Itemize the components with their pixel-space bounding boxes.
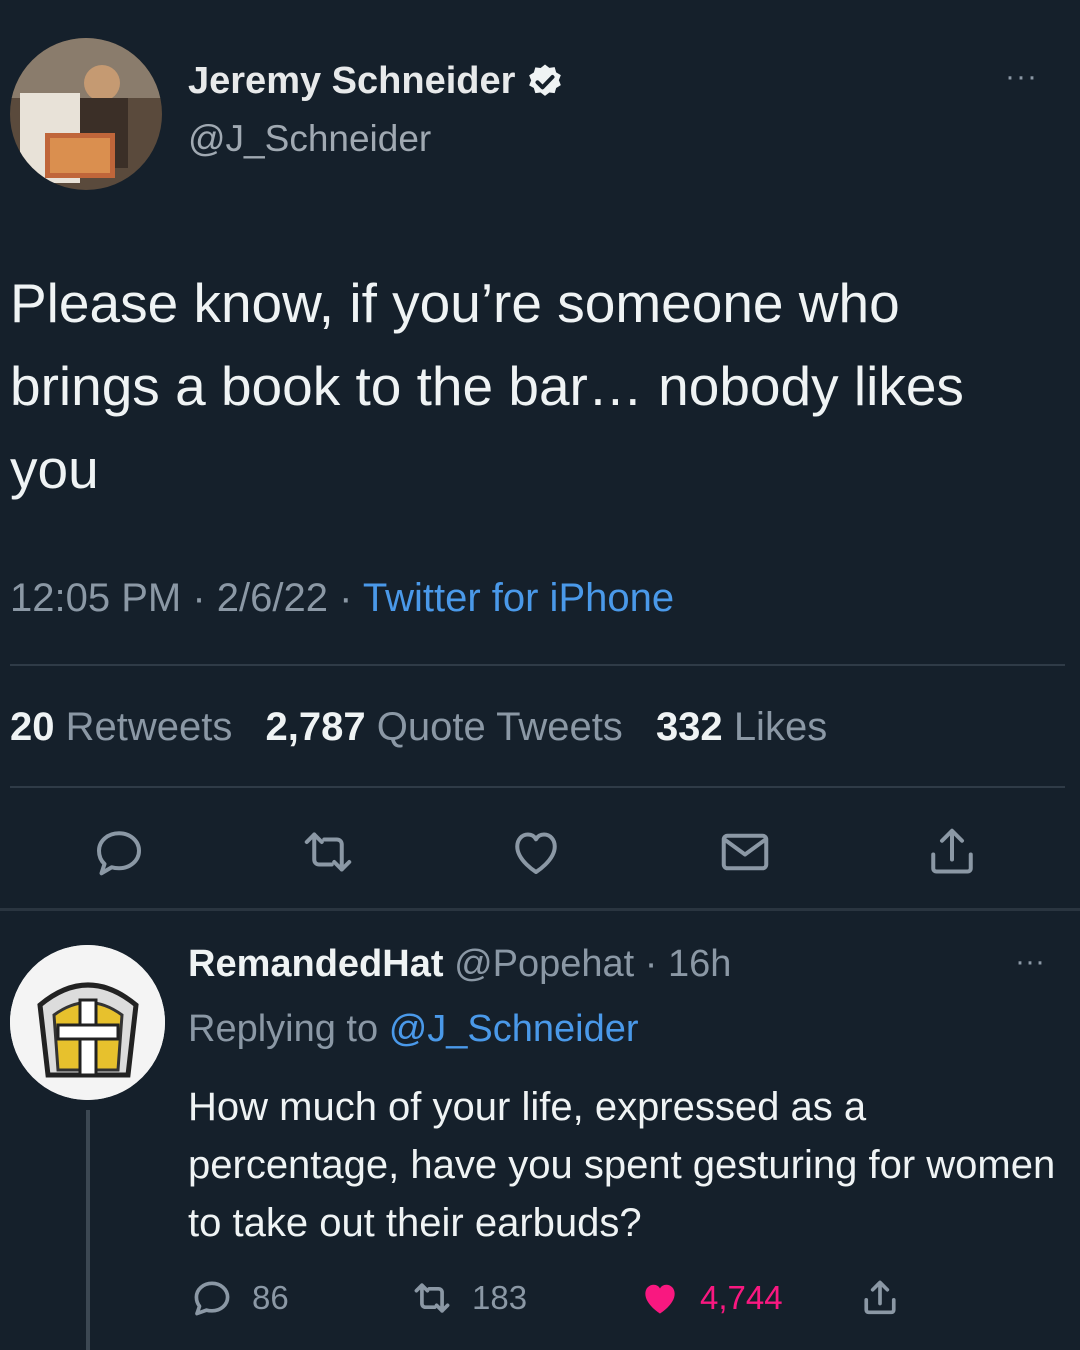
reply-header: RemandedHat @Popehat · 16h [188, 943, 731, 986]
divider [10, 664, 1065, 666]
reply-age[interactable]: 16h [668, 943, 731, 985]
meta-separator: · [339, 576, 353, 620]
tweet-meta: 12:05 PM · 2/6/22 · Twitter for iPhone [10, 576, 674, 621]
likes-stat[interactable]: 332 Likes [656, 705, 827, 749]
section-divider [0, 908, 1080, 911]
reply-text: How much of your life, expressed as a pe… [188, 1085, 1056, 1245]
tweet-text: Please know, if you’re someone who bring… [10, 272, 964, 500]
retweets-label: Retweets [65, 705, 233, 749]
likes-label: Likes [733, 705, 828, 749]
divider [10, 786, 1065, 788]
tweet-source[interactable]: Twitter for iPhone [363, 576, 674, 620]
replying-to: Replying to @J_Schneider [188, 1008, 639, 1051]
author-name-row[interactable]: Jeremy Schneider [188, 60, 565, 103]
retweet-count: 183 [472, 1279, 528, 1316]
thread-connector-line [86, 1110, 90, 1350]
reply-author-name[interactable]: RemandedHat [188, 943, 444, 985]
retweet-icon[interactable] [298, 822, 358, 882]
mitre-avatar-image [10, 945, 165, 1100]
reply-share-action[interactable] [858, 1276, 920, 1320]
reply-author-handle[interactable]: @Popehat [454, 943, 634, 985]
retweets-stat[interactable]: 20 Retweets [10, 705, 232, 749]
tweet-time[interactable]: 12:05 PM [10, 576, 181, 620]
quote-tweets-count: 2,787 [265, 705, 366, 749]
author-handle[interactable]: @J_Schneider [188, 118, 431, 160]
heart-filled-icon [645, 1284, 675, 1314]
speech-bubble-icon [194, 1281, 230, 1316]
quote-tweets-stat[interactable]: 2,787 Quote Tweets [266, 705, 623, 749]
more-options-icon[interactable]: ··· [1005, 60, 1038, 94]
like-count: 4,744 [700, 1279, 783, 1316]
retweets-count: 20 [10, 705, 55, 749]
reply-like-action[interactable]: 4,744 [638, 1276, 783, 1320]
verified-badge-icon [529, 64, 562, 96]
author-name[interactable]: Jeremy Schneider [188, 60, 515, 103]
share-upload-icon [864, 1280, 896, 1315]
reply-icon[interactable] [89, 822, 149, 882]
reply-reply-action[interactable]: 86 [190, 1276, 289, 1320]
replying-to-handle[interactable]: @J_Schneider [389, 1008, 639, 1050]
author-avatar[interactable] [10, 38, 162, 190]
replying-to-label: Replying to [188, 1008, 379, 1050]
reply-retweet-action[interactable]: 183 [410, 1276, 527, 1320]
reply-more-options-icon[interactable]: ··· [1015, 945, 1045, 979]
like-heart-icon[interactable] [506, 822, 566, 882]
meta-separator: · [644, 943, 658, 985]
tweet-date[interactable]: 2/6/22 [217, 576, 328, 620]
envelope-icon[interactable] [715, 822, 775, 882]
quote-tweets-label: Quote Tweets [376, 705, 623, 749]
retweet-arrows-icon [414, 1283, 450, 1313]
engagement-stats: 20 Retweets 2,787 Quote Tweets 332 Likes [10, 705, 827, 750]
reply-count: 86 [252, 1279, 289, 1316]
share-icon[interactable] [922, 822, 982, 882]
meta-separator: · [192, 576, 206, 620]
reply-author-avatar[interactable] [10, 945, 165, 1100]
avatar-photo [10, 38, 162, 190]
likes-count: 332 [655, 705, 723, 749]
